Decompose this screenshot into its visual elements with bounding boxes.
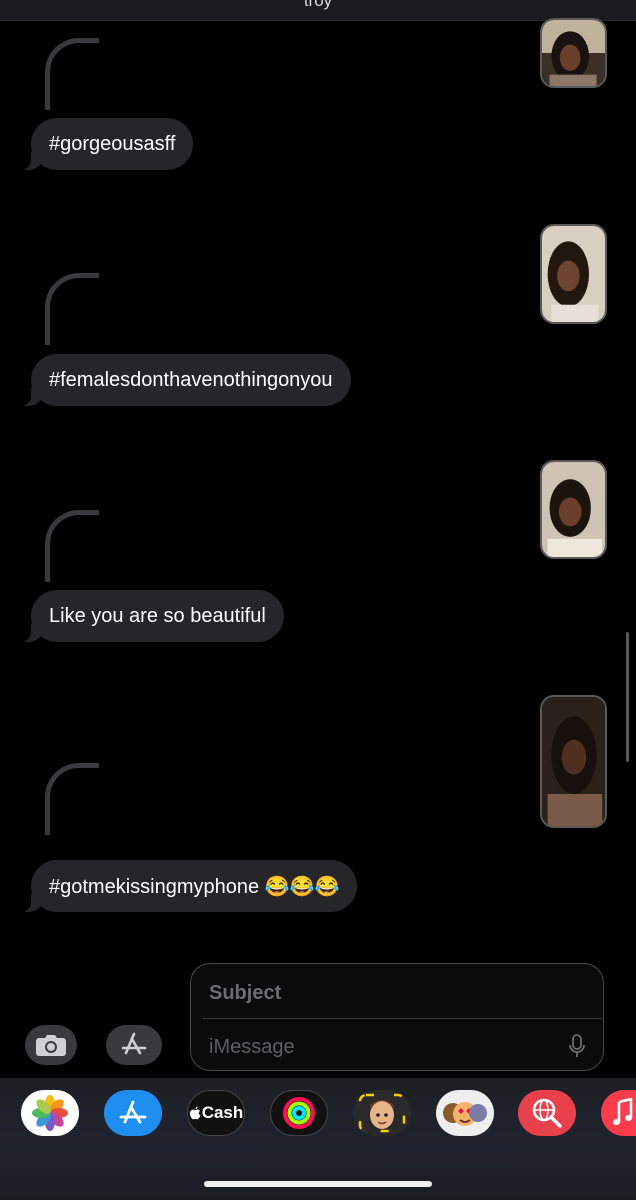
- message-text: #femalesdonthavenothingonyou: [49, 368, 333, 391]
- photo-attachment[interactable]: [540, 18, 607, 88]
- reply-thread-line: [45, 510, 99, 582]
- animoji-stickers-icon: [443, 1102, 487, 1126]
- photo-attachment[interactable]: [540, 224, 607, 324]
- music-note-icon: [613, 1098, 633, 1125]
- scroll-indicator[interactable]: [626, 632, 629, 762]
- camera-icon: [36, 1035, 66, 1056]
- message-text: #gotmekissingmyphone 😂😂😂: [49, 875, 340, 898]
- apple-logo-icon: [189, 1106, 201, 1120]
- app-store-icon: [121, 1032, 147, 1055]
- message-bubble[interactable]: #femalesdonthavenothingonyou: [17, 354, 351, 406]
- photo-attachment[interactable]: [540, 460, 607, 559]
- compose-divider: [203, 1018, 603, 1019]
- contact-name[interactable]: troy: [0, 0, 636, 11]
- subject-field[interactable]: Subject: [209, 982, 281, 1005]
- photos-icon: [32, 1095, 68, 1131]
- message-compose-box[interactable]: Subject iMessage: [190, 963, 604, 1071]
- message-text: #gorgeousasff: [49, 132, 176, 155]
- home-indicator[interactable]: [204, 1181, 432, 1187]
- cash-label: Cash: [201, 1103, 244, 1122]
- message-bubble[interactable]: #gorgeousasff: [16, 118, 194, 170]
- activity-app-icon[interactable]: [270, 1090, 328, 1136]
- activity-rings-icon: [283, 1097, 315, 1129]
- reply-thread-line: [45, 38, 99, 110]
- web-search-app-icon[interactable]: [518, 1090, 576, 1136]
- message-bubble[interactable]: #gotmekissingmyphone 😂😂😂: [16, 860, 358, 912]
- app-store-icon: [119, 1100, 147, 1124]
- photo-attachment[interactable]: [540, 695, 607, 828]
- globe-search-icon: [532, 1098, 562, 1128]
- app-store-apps-button[interactable]: [106, 1025, 162, 1065]
- message-input[interactable]: iMessage: [209, 1036, 295, 1059]
- message-text: Like you are so beautiful: [49, 604, 266, 627]
- reply-thread-line: [45, 273, 99, 345]
- message-bubble[interactable]: Like you are so beautiful: [17, 590, 284, 642]
- microphone-icon[interactable]: [569, 1034, 585, 1058]
- apple-cash-app-icon[interactable]: Cash: [187, 1090, 245, 1136]
- conversation-header[interactable]: troy: [0, 0, 636, 21]
- photos-app-icon[interactable]: [21, 1090, 79, 1136]
- memoji-stickers-app-icon[interactable]: [436, 1090, 494, 1136]
- camera-button[interactable]: [25, 1025, 77, 1065]
- memoji-app-icon[interactable]: [353, 1090, 411, 1136]
- memoji-face-icon: [358, 1093, 406, 1133]
- app-store-app-icon[interactable]: [104, 1090, 162, 1136]
- reply-thread-line: [45, 763, 99, 835]
